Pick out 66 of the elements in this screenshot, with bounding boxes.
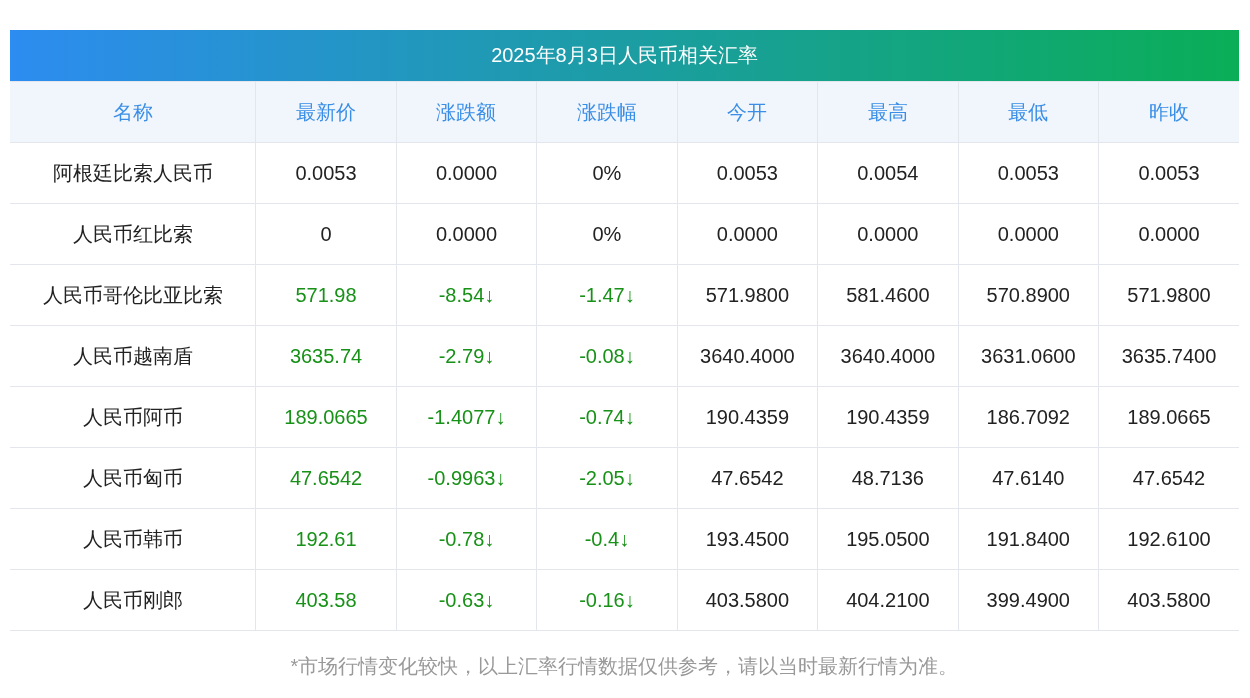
table-cell: -0.78↓ (396, 508, 537, 570)
table-cell: 192.61 (255, 508, 397, 570)
table-cell: -1.47↓ (536, 264, 678, 326)
table-cell: 404.2100 (817, 569, 959, 631)
table-cell: 0.0000 (817, 203, 959, 265)
table-cell: 0.0053 (958, 142, 1099, 204)
table-cell: 人民币越南盾 (10, 325, 256, 387)
table-cell: 0.0054 (817, 142, 959, 204)
table-cell: 人民币刚郎 (10, 569, 256, 631)
column-header: 涨跌幅 (536, 81, 678, 143)
table-cell: -0.9963↓ (396, 447, 537, 509)
table-cell: 阿根廷比索人民币 (10, 142, 256, 204)
table-cell: -0.63↓ (396, 569, 537, 631)
table-cell: 571.98 (255, 264, 397, 326)
table-cell: -0.16↓ (536, 569, 678, 631)
table-cell: 403.5800 (677, 569, 818, 631)
table-cell: -2.79↓ (396, 325, 537, 387)
table-cell: 3631.0600 (958, 325, 1099, 387)
table-cell: 3640.4000 (677, 325, 818, 387)
table-cell: 0% (536, 142, 678, 204)
table-cell: -8.54↓ (396, 264, 537, 326)
table-cell: 570.8900 (958, 264, 1099, 326)
table-cell: 0.0000 (396, 142, 537, 204)
table-cell: 3640.4000 (817, 325, 959, 387)
table-cell: 人民币韩币 (10, 508, 256, 570)
table-cell: 191.8400 (958, 508, 1099, 570)
table-cell: 399.4900 (958, 569, 1099, 631)
table-cell: -0.4↓ (536, 508, 678, 570)
table-cell: 189.0665 (255, 386, 397, 448)
column-header: 今开 (677, 81, 818, 143)
table-cell: 0% (536, 203, 678, 265)
table-cell: 581.4600 (817, 264, 959, 326)
column-header: 最低 (958, 81, 1099, 143)
table-cell: 人民币阿币 (10, 386, 256, 448)
column-header: 涨跌额 (396, 81, 537, 143)
table-cell: 0 (255, 203, 397, 265)
table-cell: 0.0053 (677, 142, 818, 204)
table-cell: 0.0000 (958, 203, 1099, 265)
column-header: 昨收 (1098, 81, 1239, 143)
footnote: *市场行情变化较快，以上汇率行情数据仅供参考，请以当时最新行情为准。 (289, 654, 960, 679)
table-cell: 48.7136 (817, 447, 959, 509)
table-cell: 47.6542 (255, 447, 397, 509)
table-cell: -0.74↓ (536, 386, 678, 448)
table-title: 2025年8月3日人民币相关汇率 (10, 30, 1239, 81)
table-cell: 403.58 (255, 569, 397, 631)
table-cell: 190.4359 (817, 386, 959, 448)
table-cell: -2.05↓ (536, 447, 678, 509)
table-cell: 190.4359 (677, 386, 818, 448)
column-header: 最新价 (255, 81, 397, 143)
column-header: 最高 (817, 81, 959, 143)
table-cell: 47.6140 (958, 447, 1099, 509)
table-cell: 3635.74 (255, 325, 397, 387)
table-cell: 0.0000 (396, 203, 537, 265)
table-cell: 186.7092 (958, 386, 1099, 448)
table-cell: 571.9800 (677, 264, 818, 326)
table-cell: 0.0000 (677, 203, 818, 265)
table-cell: 195.0500 (817, 508, 959, 570)
table-cell: 193.4500 (677, 508, 818, 570)
table-cell: -1.4077↓ (396, 386, 537, 448)
table-cell: 人民币哥伦比亚比索 (10, 264, 256, 326)
table-cell: -0.08↓ (536, 325, 678, 387)
column-header: 名称 (10, 81, 256, 143)
table-cell: 人民币红比索 (10, 203, 256, 265)
table-cell: 47.6542 (677, 447, 818, 509)
table-cell: 0.0053 (255, 142, 397, 204)
table-cell: 人民币匈币 (10, 447, 256, 509)
